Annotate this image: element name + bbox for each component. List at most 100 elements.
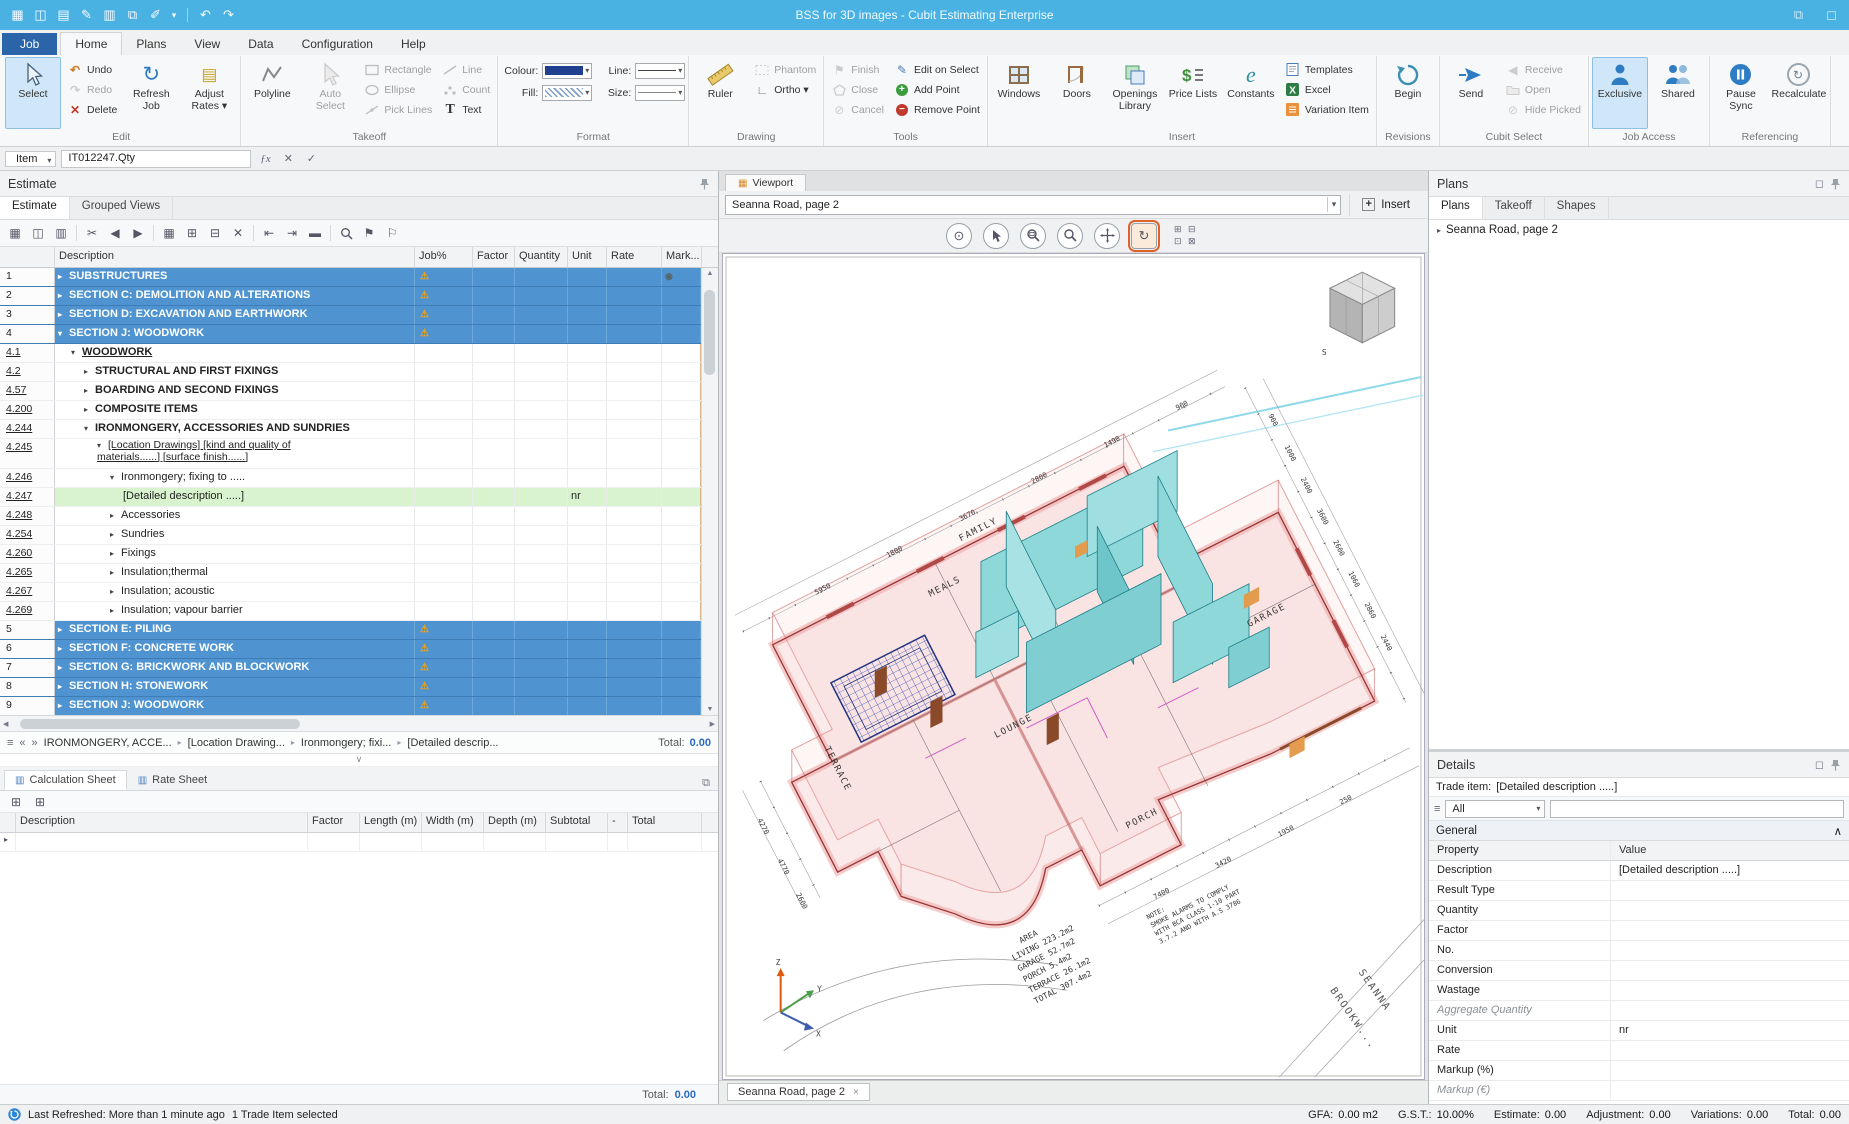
adjust-rates-button[interactable]: ▤Adjust Rates ▾ <box>181 57 237 129</box>
hide-picked-button[interactable]: ⊘Hide Picked <box>1501 100 1585 119</box>
constants-button[interactable]: eConstants <box>1223 57 1279 129</box>
close-icon[interactable]: × <box>853 1087 859 1098</box>
scroll-down-icon[interactable]: ▼ <box>707 706 714 713</box>
scrollbar-thumb[interactable] <box>20 719 300 729</box>
property-row[interactable]: Conversion <box>1429 961 1849 981</box>
remove-point-button[interactable]: −Remove Point <box>890 100 984 119</box>
insert-column-icon[interactable]: ⊟ <box>205 223 225 243</box>
commit-entry-icon[interactable]: ✓ <box>302 152 320 165</box>
estimate-row[interactable]: 4.254▸Sundries <box>0 526 718 545</box>
select-button[interactable]: Select <box>5 57 61 129</box>
send-button[interactable]: Send <box>1443 57 1499 129</box>
board-icon[interactable]: ▦ <box>8 7 27 23</box>
menu-tab-job[interactable]: Job <box>2 33 57 55</box>
calc-column-depth-m-[interactable]: Depth (m) <box>484 813 546 832</box>
column-header-unit[interactable]: Unit <box>568 247 607 267</box>
colour-dropdown[interactable]: ▾ <box>542 63 592 79</box>
pin-icon[interactable] <box>1830 178 1841 190</box>
expand-icon[interactable]: ▸ <box>58 625 69 634</box>
add-point-button[interactable]: +Add Point <box>890 80 984 99</box>
delete-row-icon[interactable]: ✕ <box>228 223 248 243</box>
property-row[interactable]: Description[Detailed description .....] <box>1429 861 1849 881</box>
estimate-row[interactable]: 4.245▾[Location Drawings] [kind and qual… <box>0 439 718 469</box>
zoom-window-tool-icon[interactable] <box>1020 223 1046 249</box>
doors-button[interactable]: Doors <box>1049 57 1105 129</box>
edit-pen-icon[interactable]: ✎ <box>77 7 96 23</box>
scroll-left-icon[interactable]: ◀ <box>3 720 8 728</box>
split-view-icon[interactable]: ◫ <box>28 223 48 243</box>
property-row[interactable]: Unitnr <box>1429 1021 1849 1041</box>
tab-calculation-sheet[interactable]: ▥Calculation Sheet <box>4 770 127 790</box>
expand-icon[interactable]: ▸ <box>58 310 69 319</box>
cancel-entry-icon[interactable]: ✕ <box>279 152 297 165</box>
property-row[interactable]: Rate <box>1429 1041 1849 1061</box>
rotate-tool-icon[interactable]: ↻ <box>1131 223 1157 249</box>
expand-icon[interactable]: ▸ <box>84 405 95 414</box>
shared-button[interactable]: Shared <box>1650 57 1706 129</box>
breadcrumb-item[interactable]: IRONMONGERY, ACCE... <box>44 737 172 749</box>
polyline-button[interactable]: Polyline <box>244 57 300 129</box>
page-selector[interactable]: Seanna Road, page 2 ▾ <box>725 195 1341 215</box>
cut-icon[interactable]: ✂ <box>82 223 102 243</box>
fx-button[interactable]: ƒx <box>256 153 274 165</box>
edit-on-select-button[interactable]: ✎Edit on Select <box>890 60 984 79</box>
tab-plans[interactable]: Plans <box>1429 197 1483 219</box>
estimate-row[interactable]: 5▸SECTION E: PILING⚠ <box>0 621 718 640</box>
insert-row-icon[interactable]: ⊞ <box>182 223 202 243</box>
begin-button[interactable]: Begin <box>1380 57 1436 129</box>
estimate-row[interactable]: 4.246▾Ironmongery; fixing to ..... <box>0 469 718 488</box>
pick-lines-button[interactable]: Pick Lines <box>360 100 436 119</box>
popout-icon[interactable]: ⧉ <box>698 777 714 790</box>
variation-item-button[interactable]: Variation Item <box>1281 100 1373 119</box>
rectangle-button[interactable]: Rectangle <box>360 60 436 79</box>
calc-cell[interactable] <box>628 833 702 851</box>
plan-canvas[interactable]: FAMILY MEALS TERRACE LOUNGE PORCH GARAGE… <box>722 253 1425 1080</box>
insert-plan-button[interactable]: + Insert <box>1349 194 1422 216</box>
zoom-previous-icon[interactable]: ⊟ <box>1188 224 1201 235</box>
estimate-row[interactable]: 4.244▾IRONMONGERY, ACCESSORIES AND SUNDR… <box>0 420 718 439</box>
calc-column-width-m-[interactable]: Width (m) <box>422 813 484 832</box>
calc-column-total[interactable]: Total <box>628 813 702 832</box>
column-header-mark-[interactable]: Mark... <box>662 247 702 267</box>
expand-icon[interactable]: ▸ <box>110 606 121 615</box>
estimate-row[interactable]: 4.269▸Insulation; vapour barrier <box>0 602 718 621</box>
scroll-up-icon[interactable]: ▲ <box>707 270 714 277</box>
estimate-row[interactable]: 4.200▸COMPOSITE ITEMS <box>0 401 718 420</box>
expand-icon[interactable]: ▸ <box>58 644 69 653</box>
menu-icon[interactable]: ≡ <box>7 737 13 749</box>
flag-icon[interactable]: ⚑ <box>359 223 379 243</box>
estimate-row[interactable]: 4.247[Detailed description .....]nr <box>0 488 718 507</box>
calc-column-factor[interactable]: Factor <box>308 813 360 832</box>
tab-takeoff[interactable]: Takeoff <box>1483 197 1545 219</box>
horizontal-scrollbar[interactable]: ◀ ▶ <box>0 716 718 732</box>
scroll-right-icon[interactable]: ▶ <box>710 720 715 728</box>
column-chooser-icon[interactable]: ▥ <box>51 223 71 243</box>
grid-a-icon[interactable]: ⊞ <box>6 792 26 812</box>
chevron-down-icon[interactable]: ▾ <box>169 10 179 21</box>
details-search-input[interactable] <box>1550 800 1844 818</box>
calc-cell[interactable] <box>360 833 422 851</box>
menu-tab-help[interactable]: Help <box>387 33 440 55</box>
pin-icon[interactable] <box>699 178 710 190</box>
save-icon[interactable]: ▤ <box>54 7 73 23</box>
calculation-row[interactable]: ▸ <box>0 833 718 852</box>
pen-tool-icon[interactable]: ✐ <box>146 7 165 23</box>
view-mode-icon[interactable]: ▦ <box>5 223 25 243</box>
image-icon[interactable]: ◫ <box>31 7 50 23</box>
plan-tree-item[interactable]: ▸ Seanna Road, page 2 <box>1429 220 1849 240</box>
calc-column-blank[interactable]: - <box>608 813 628 832</box>
tab-grouped-views[interactable]: Grouped Views <box>70 197 173 219</box>
chevron-down-icon[interactable]: ▾ <box>1327 197 1341 212</box>
menu-tab-home[interactable]: Home <box>60 32 122 55</box>
open-button[interactable]: Open <box>1501 80 1585 99</box>
viewport-tab[interactable]: ▦ Viewport <box>725 174 806 191</box>
select-tool-icon[interactable] <box>983 223 1009 249</box>
collapse-icon[interactable]: ▾ <box>71 348 82 357</box>
item-selector[interactable]: Item▾ <box>5 151 56 167</box>
size-dropdown[interactable]: ▾ <box>635 85 685 101</box>
property-row[interactable]: Markup (%) <box>1429 1061 1849 1081</box>
scrollbar-thumb[interactable] <box>704 290 715 375</box>
count-button[interactable]: Count <box>438 80 494 99</box>
menu-tab-view[interactable]: View <box>180 33 234 55</box>
undo-icon[interactable]: ↶ <box>196 7 215 23</box>
